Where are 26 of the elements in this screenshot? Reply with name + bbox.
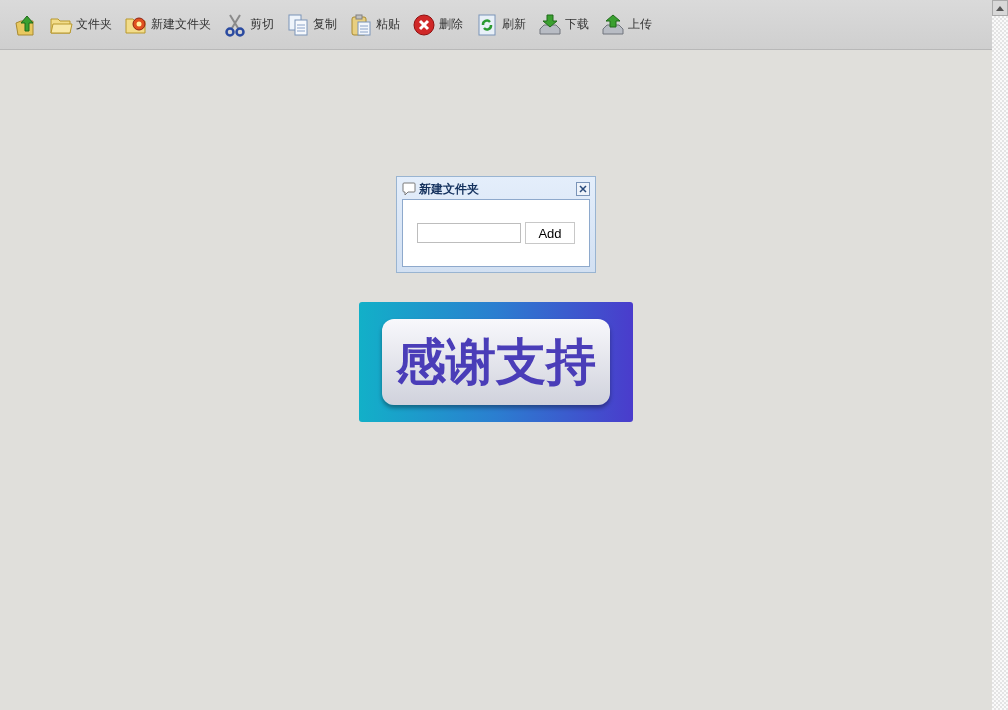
delete-button[interactable]: 删除	[407, 9, 468, 40]
download-button[interactable]: 下载	[533, 9, 594, 40]
paste-button[interactable]: 粘贴	[344, 9, 405, 40]
scrollbar[interactable]	[992, 0, 1008, 710]
cut-button[interactable]: 剪切	[218, 9, 279, 40]
dialog-title: 新建文件夹	[419, 180, 480, 198]
cut-icon	[223, 12, 247, 37]
folder-button[interactable]: 文件夹	[44, 9, 117, 40]
copy-button[interactable]: 复制	[281, 9, 342, 40]
up-arrow-icon	[996, 5, 1004, 11]
upload-icon	[601, 12, 625, 37]
folder-name-field[interactable]	[417, 223, 521, 243]
refresh-button[interactable]: 刷新	[470, 9, 531, 40]
paste-icon	[349, 12, 373, 37]
scroll-up-button[interactable]	[992, 0, 1008, 16]
thanks-banner: 感谢支持	[382, 319, 610, 405]
refresh-icon	[475, 12, 499, 37]
delete-icon	[412, 12, 436, 37]
copy-icon	[286, 12, 310, 37]
speech-bubble-icon	[402, 182, 416, 196]
download-icon	[538, 12, 562, 37]
close-icon	[577, 183, 589, 195]
add-button[interactable]: Add	[525, 222, 575, 244]
new-folder-button[interactable]: 新建文件夹	[119, 9, 216, 40]
close-button[interactable]	[576, 182, 590, 196]
upload-button[interactable]: 上传	[596, 9, 657, 40]
